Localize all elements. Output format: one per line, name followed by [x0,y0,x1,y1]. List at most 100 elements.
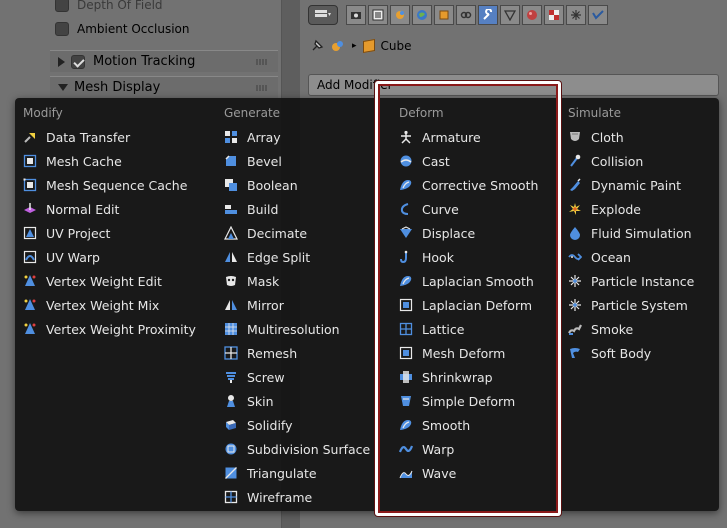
editor-type-button[interactable] [308,5,338,25]
render-layers-tab-icon[interactable] [368,5,388,25]
texture-tab-icon[interactable] [544,5,564,25]
menu-item-uv-project[interactable]: UV Project [23,221,110,245]
motion-tracking-panel-header[interactable]: Motion Tracking [50,50,278,72]
drag-grip-icon[interactable] [256,59,268,65]
menu-item-screw[interactable]: Screw [224,365,285,389]
modifiers-tab-wrench-icon[interactable] [478,5,498,25]
subdivision-surface-icon [224,442,238,456]
menu-item-remesh[interactable]: Remesh [224,341,297,365]
menu-item-mesh-sequence-cache[interactable]: Mesh Sequence Cache [23,173,187,197]
menu-item-lattice[interactable]: Lattice [399,317,464,341]
menu-item-soft-body[interactable]: Soft Body [568,341,651,365]
menu-item-boolean[interactable]: Boolean [224,173,298,197]
menu-item-label: Warp [422,441,455,457]
fluid-icon [568,226,582,240]
menu-item-normal-edit[interactable]: Normal Edit [23,197,119,221]
menu-item-corrective-smooth[interactable]: Corrective Smooth [399,173,538,197]
mesh-display-panel-header[interactable]: Mesh Display [50,76,278,98]
menu-item-wave[interactable]: Wave [399,461,456,485]
pin-icon[interactable] [310,39,324,53]
menu-item-dynamic-paint[interactable]: Dynamic Paint [568,173,681,197]
menu-item-particle-instance[interactable]: Particle Instance [568,269,694,293]
menu-item-curve[interactable]: Curve [399,197,459,221]
menu-item-decimate[interactable]: Decimate [224,221,307,245]
menu-item-displace[interactable]: Displace [399,221,475,245]
generate-heading: Generate [224,106,281,120]
depth-of-field-checkbox[interactable] [55,0,69,12]
menu-item-cloth[interactable]: Cloth [568,125,624,149]
menu-item-vertex-weight-mix[interactable]: Vertex Weight Mix [23,293,159,317]
menu-item-cast[interactable]: Cast [399,149,450,173]
menu-item-ocean[interactable]: Ocean [568,245,631,269]
material-tab-icon[interactable] [522,5,542,25]
menu-item-warp[interactable]: Warp [399,437,454,461]
menu-item-collision[interactable]: Collision [568,149,643,173]
menu-item-uv-warp[interactable]: UV Warp [23,245,100,269]
menu-item-explode[interactable]: Explode [568,197,641,221]
menu-item-hook[interactable]: Hook [399,245,454,269]
mesh-display-label: Mesh Display [74,79,161,95]
uv-warp-icon [23,250,37,264]
breadcrumb: ▸ Cube [310,34,412,58]
menu-item-mask[interactable]: Mask [224,269,279,293]
world-tab-icon[interactable] [412,5,432,25]
menu-item-particle-system[interactable]: Particle System [568,293,688,317]
menu-item-subdivision-surface[interactable]: Subdivision Surface [224,437,370,461]
menu-item-mirror[interactable]: Mirror [224,293,284,317]
drag-grip-icon[interactable] [256,85,268,91]
data-tab-icon[interactable] [500,5,520,25]
soft-body-icon [568,346,582,360]
menu-item-simple-deform[interactable]: Simple Deform [399,389,515,413]
menu-item-label: Corrective Smooth [422,177,539,193]
build-icon [224,202,238,216]
mesh-cache-icon [23,154,37,168]
menu-item-array[interactable]: Array [224,125,281,149]
render-tab-icon[interactable] [346,5,366,25]
mirror-icon [224,298,238,312]
menu-item-smooth[interactable]: Smooth [399,413,470,437]
menu-item-skin[interactable]: Skin [224,389,274,413]
menu-item-label: Vertex Weight Mix [46,297,160,313]
menu-item-vertex-weight-proximity[interactable]: Vertex Weight Proximity [23,317,196,341]
particles-tab-icon[interactable] [566,5,586,25]
menu-item-armature[interactable]: Armature [399,125,481,149]
menu-item-mesh-deform[interactable]: Mesh Deform [399,341,505,365]
shrinkwrap-icon [399,370,413,384]
menu-item-vertex-weight-edit[interactable]: Vertex Weight Edit [23,269,162,293]
warp-icon [399,442,413,456]
add-modifier-menu: Modify Data Transfer Mesh Cache Mesh Sequen… [15,98,719,511]
collapse-arrow-icon [58,84,68,91]
cloth-icon [568,130,582,144]
menu-item-laplacian-smooth[interactable]: Laplacian Smooth [399,269,534,293]
menu-item-triangulate[interactable]: Triangulate [224,461,317,485]
menu-item-build[interactable]: Build [224,197,278,221]
mesh-deform-icon [399,346,413,360]
scene-tab-icon[interactable] [390,5,410,25]
menu-item-laplacian-deform[interactable]: Laplacian Deform [399,293,532,317]
add-modifier-dropdown[interactable]: Add Modifier [308,74,719,96]
constraints-tab-icon[interactable] [456,5,476,25]
menu-item-smoke[interactable]: Smoke [568,317,633,341]
menu-item-multiresolution[interactable]: Multiresolution [224,317,340,341]
menu-item-label: Solidify [247,417,293,433]
menu-item-mesh-cache[interactable]: Mesh Cache [23,149,122,173]
object-tab-icon[interactable] [434,5,454,25]
menu-item-label: Particle System [591,297,688,313]
physics-tab-icon[interactable] [588,5,608,25]
ambient-occlusion-checkbox[interactable] [55,22,69,36]
menu-item-shrinkwrap[interactable]: Shrinkwrap [399,365,493,389]
menu-item-label: Ocean [591,249,631,265]
menu-item-wireframe[interactable]: Wireframe [224,485,312,509]
vertex-weight-icon [23,322,37,336]
menu-item-edge-split[interactable]: Edge Split [224,245,310,269]
menu-item-solidify[interactable]: Solidify [224,413,293,437]
menu-item-fluid-simulation[interactable]: Fluid Simulation [568,221,692,245]
depth-of-field-row[interactable]: Depth Of Field [55,0,163,15]
menu-item-data-transfer[interactable]: Data Transfer [23,125,130,149]
menu-item-label: Boolean [247,177,298,193]
cast-icon [399,154,413,168]
menu-item-bevel[interactable]: Bevel [224,149,282,173]
motion-tracking-checkbox[interactable] [71,54,85,69]
ambient-occlusion-row[interactable]: Ambient Occlusion [55,19,189,39]
menu-item-label: Curve [422,201,459,217]
